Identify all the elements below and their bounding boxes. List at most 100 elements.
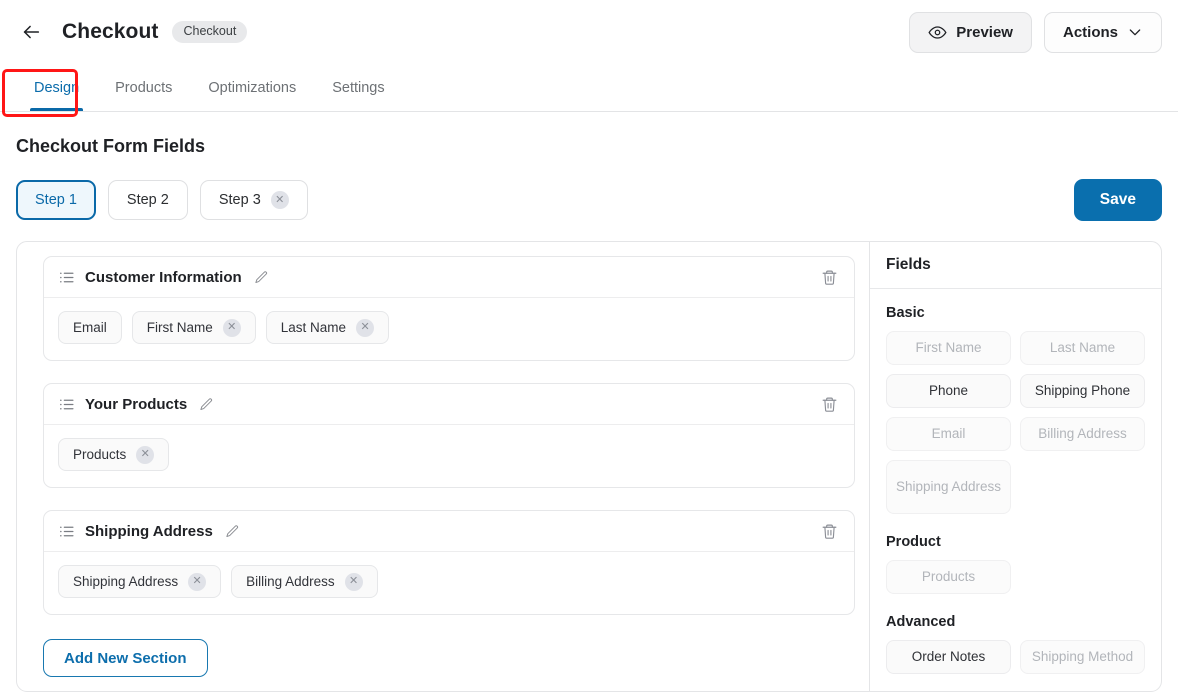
palette-field-label: Email: [931, 425, 966, 441]
fields-group-grid: Products: [886, 560, 1145, 594]
palette-field-label: Order Notes: [911, 648, 986, 664]
fields-panel-body: Basic First Name Last Name Phone Shipping Ph…: [870, 289, 1161, 691]
delete-section-button[interactable]: [819, 394, 840, 415]
preview-label: Preview: [956, 23, 1013, 41]
tab-design[interactable]: Design: [16, 64, 97, 111]
tab-products[interactable]: Products: [97, 64, 190, 111]
arrow-left-icon: [23, 25, 40, 39]
palette-field-chip: Shipping Method: [1020, 640, 1145, 674]
step-tab-2[interactable]: Step 2: [107, 180, 188, 220]
list-icon: [60, 271, 74, 283]
form-section-title: Customer Information: [85, 268, 242, 286]
field-chip-label: Last Name: [280, 320, 347, 335]
palette-field-label: Shipping Method: [1031, 648, 1134, 664]
palette-field-label: Phone: [928, 382, 969, 398]
form-section-fields: Shipping Address ✕ Billing Address ✕: [44, 552, 854, 614]
edit-section-title-button[interactable]: [252, 268, 271, 287]
form-section: Customer Information Email First Name ✕ Last…: [43, 256, 855, 361]
page-title: Checkout: [62, 20, 159, 43]
form-section-header: Shipping Address: [44, 511, 854, 552]
form-section: Your Products Products ✕: [43, 383, 855, 488]
field-chip-label: Products: [73, 447, 127, 462]
actions-button[interactable]: Actions: [1043, 11, 1162, 53]
step-tabs: Step 1 Step 2 Step 3 ✕: [16, 180, 320, 220]
palette-field-chip: First Name: [886, 331, 1011, 365]
field-chip[interactable]: First Name ✕: [131, 311, 256, 344]
form-section-title: Shipping Address: [85, 522, 213, 540]
tab-label: Products: [115, 79, 173, 96]
step-tab-3[interactable]: Step 3 ✕: [199, 180, 308, 220]
palette-field-label: Products: [921, 568, 976, 584]
step-selector-row: Step 1 Step 2 Step 3 ✕ Save: [0, 157, 1178, 221]
pencil-icon: [226, 524, 238, 537]
palette-field-chip[interactable]: Phone: [886, 374, 1011, 408]
drag-handle[interactable]: [58, 396, 75, 413]
field-chip[interactable]: Shipping Address ✕: [58, 565, 222, 598]
fields-group-grid: First Name Last Name Phone Shipping Phone Em…: [886, 331, 1145, 514]
form-section-fields: Email First Name ✕ Last Name ✕: [44, 298, 854, 360]
remove-field-icon[interactable]: ✕: [356, 318, 375, 337]
status-badge: Checkout: [172, 21, 248, 43]
field-chip-label: Shipping Address: [73, 574, 179, 589]
trash-icon: [822, 397, 837, 412]
list-icon: [60, 525, 74, 537]
step-label: Step 3: [218, 192, 261, 208]
form-section-header: Your Products: [44, 384, 854, 425]
field-chip[interactable]: Billing Address ✕: [231, 565, 378, 598]
preview-button[interactable]: Preview: [909, 11, 1032, 53]
sections-list: Customer Information Email First Name ✕ Last…: [43, 256, 855, 615]
tab-label: Settings: [332, 79, 385, 96]
fields-group-label: Basic: [886, 305, 925, 321]
step-label: Step 1: [35, 192, 77, 208]
palette-field-chip[interactable]: Shipping Phone: [1020, 374, 1145, 408]
eye-icon: [928, 25, 947, 39]
form-section-heading: Checkout Form Fields: [16, 136, 206, 156]
field-chip-label: Email: [73, 320, 107, 335]
remove-field-icon[interactable]: ✕: [344, 572, 363, 591]
form-section: Shipping Address Shipping Address ✕ Billing…: [43, 510, 855, 615]
palette-field-label: Shipping Address: [895, 478, 1002, 494]
step-label: Step 2: [126, 192, 169, 208]
field-chip[interactable]: Last Name ✕: [265, 311, 390, 344]
form-section-fields: Products ✕: [44, 425, 854, 487]
sections-builder: Customer Information Email First Name ✕ Last…: [17, 242, 869, 691]
delete-section-button[interactable]: [819, 267, 840, 288]
edit-section-title-button[interactable]: [223, 522, 242, 541]
tab-label: Optimizations: [208, 79, 297, 96]
tab-label: Design: [34, 79, 80, 96]
form-section-header: Customer Information: [44, 257, 854, 298]
fields-panel: Fields Basic First Name Last Name Phone Ship…: [869, 242, 1161, 691]
remove-field-icon[interactable]: ✕: [136, 445, 155, 464]
remove-field-icon[interactable]: ✕: [188, 572, 207, 591]
step-tab-1[interactable]: Step 1: [16, 180, 96, 220]
fields-group-label: Advanced: [886, 614, 956, 630]
drag-handle[interactable]: [58, 523, 75, 540]
form-builder-card: Customer Information Email First Name ✕ Last…: [16, 241, 1162, 692]
drag-handle[interactable]: [58, 269, 75, 286]
remove-field-icon[interactable]: ✕: [222, 318, 241, 337]
list-icon: [60, 398, 74, 410]
pencil-icon: [255, 270, 267, 283]
palette-field-chip: Email: [886, 417, 1011, 451]
back-button[interactable]: [14, 15, 48, 49]
field-chip[interactable]: Products ✕: [58, 438, 170, 471]
add-new-section-button[interactable]: Add New Section: [43, 639, 208, 677]
chevron-down-icon: [1129, 29, 1141, 36]
save-button[interactable]: Save: [1073, 179, 1162, 221]
palette-field-label: First Name: [915, 339, 982, 355]
top-bar-actions: Preview Actions: [909, 11, 1162, 53]
pencil-icon: [200, 397, 213, 410]
delete-section-button[interactable]: [819, 521, 840, 542]
palette-field-chip: Last Name: [1020, 331, 1145, 365]
tab-settings[interactable]: Settings: [314, 64, 402, 111]
remove-step-icon[interactable]: ✕: [270, 191, 289, 209]
trash-icon: [822, 270, 837, 285]
tab-list: Design Products Optimizations Settings: [16, 64, 1162, 111]
palette-field-chip[interactable]: Order Notes: [886, 640, 1011, 674]
edit-section-title-button[interactable]: [197, 395, 216, 414]
tab-optimizations[interactable]: Optimizations: [190, 64, 314, 111]
field-chip-label: First Name: [146, 320, 213, 335]
palette-field-chip: Products: [886, 560, 1011, 594]
field-chip[interactable]: Email: [58, 311, 122, 344]
palette-field-label: Billing Address: [1038, 425, 1127, 441]
